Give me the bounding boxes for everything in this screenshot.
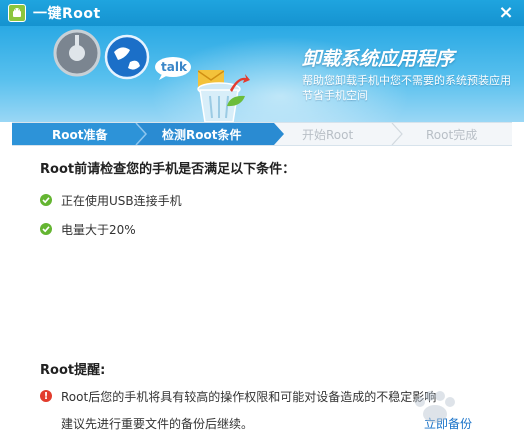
step-start-root: 开始Root	[302, 128, 354, 142]
close-button[interactable]: ×	[488, 0, 524, 24]
watermark-paw-icon	[415, 391, 455, 423]
step-divider-3	[391, 123, 403, 145]
red-arrow-icon	[230, 74, 250, 92]
reminder-title: Root提醒:	[40, 363, 106, 378]
progress-steps: Root准备 检测Root条件 开始Root Root完成	[12, 122, 512, 146]
window-title: 一键Root	[33, 6, 101, 22]
settings-disc-icon	[53, 29, 101, 77]
banner-title: 卸载系统应用程序	[302, 48, 455, 70]
android-app-icon	[8, 4, 26, 22]
globe-icon	[104, 34, 150, 80]
warning-icon: !	[40, 390, 52, 402]
step-check-conditions: 检测Root条件	[162, 128, 242, 142]
step-root-prepare: Root准备	[52, 128, 108, 142]
root-dialog-window: 一键Root × talk 卸载系统应用程序 帮助您卸载手机中您不需要的系统预装…	[0, 0, 524, 441]
condition-usb-text: 正在使用USB连接手机	[61, 193, 182, 208]
green-leaf-icon	[227, 95, 245, 107]
step-root-complete: Root完成	[426, 128, 478, 142]
check-icon	[40, 223, 52, 235]
feature-banner: talk 卸载系统应用程序 帮助您卸载手机中您不需要的系统预装应用节省手机空间	[0, 26, 524, 122]
conditions-heading: Root前请检查您的手机是否满足以下条件：	[40, 162, 296, 177]
condition-battery: 电量大于20%	[40, 220, 136, 238]
condition-usb: 正在使用USB连接手机	[40, 191, 182, 209]
reminder-warning: ! Root后您的手机将具有较高的操作权限和可能对设备造成的不稳定影响	[40, 387, 436, 405]
reminder-line-1: Root后您的手机将具有较高的操作权限和可能对设备造成的不稳定影响	[61, 389, 437, 404]
talk-label: talk	[161, 60, 187, 74]
reminder-line-2: 建议先进行重要文件的备份后继续。	[61, 417, 254, 431]
banner-subtitle: 帮助您卸载手机中您不需要的系统预装应用节省手机空间	[302, 74, 511, 102]
title-bar[interactable]: 一键Root ×	[0, 0, 524, 26]
check-icon	[40, 194, 52, 206]
condition-battery-text: 电量大于20%	[61, 222, 136, 237]
close-icon: ×	[498, 1, 514, 23]
